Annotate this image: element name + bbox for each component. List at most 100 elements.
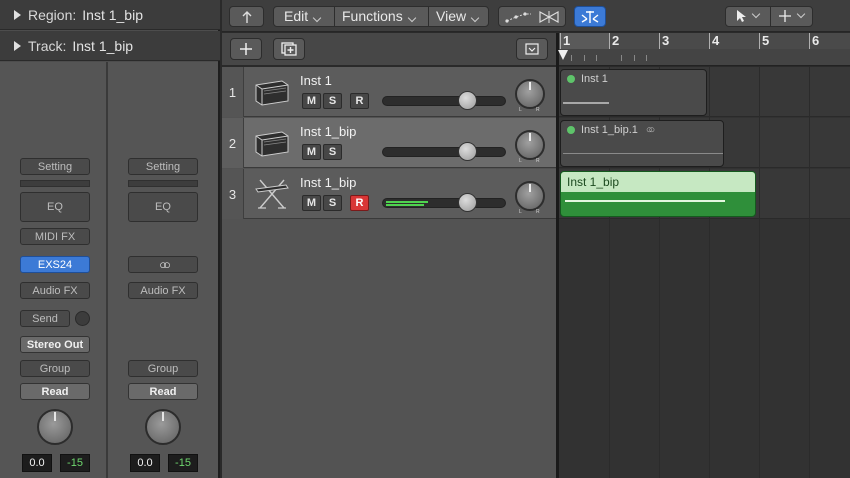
disclosure-triangle-icon[interactable] — [14, 9, 21, 20]
automation-icon[interactable] — [504, 10, 534, 24]
gain-reduction-meter — [20, 180, 90, 187]
pan-knob[interactable] — [515, 79, 545, 109]
up-arrow-icon — [242, 10, 251, 23]
group-slot[interactable]: Group — [20, 360, 90, 377]
pan-left-mark: L — [519, 107, 522, 113]
track-inspector-header[interactable]: Track: Inst 1_bip — [0, 31, 220, 61]
mute-button[interactable]: M — [302, 93, 321, 109]
duplicate-track-button[interactable] — [273, 38, 305, 60]
track-name[interactable]: Inst 1_bip — [300, 124, 356, 139]
tracks-area[interactable]: Inst 1 Inst 1_bip.1 ○○ Inst 1_bip — [559, 67, 850, 478]
record-enable-button[interactable]: R — [350, 195, 369, 211]
eq-button[interactable]: EQ — [128, 192, 198, 222]
global-tracks-button[interactable] — [516, 38, 548, 60]
catch-playhead-button[interactable] — [574, 6, 606, 27]
volume-readout[interactable]: 0.0 — [22, 454, 52, 472]
automation-mode-button[interactable]: Read — [128, 383, 198, 400]
track-header-1[interactable]: 1 Inst 1 M S R L R — [222, 67, 556, 117]
volume-fader-thumb[interactable] — [458, 142, 477, 161]
bar-ruler[interactable]: 1 2 3 4 5 6 — [559, 33, 850, 66]
solo-button[interactable]: S — [323, 93, 342, 109]
gain-reduction-meter — [128, 180, 198, 187]
pan-right-mark: R — [536, 107, 540, 113]
volume-fader[interactable] — [382, 96, 506, 106]
stereo-link-button[interactable]: ○○ — [128, 256, 198, 273]
back-button[interactable] — [229, 6, 264, 27]
track-name[interactable]: Inst 1 — [300, 73, 332, 88]
midi-region-1[interactable]: Inst 1 — [560, 69, 707, 116]
bar-tick — [560, 33, 561, 49]
catch-icon — [581, 10, 599, 23]
pan-right-mark: R — [536, 209, 540, 215]
view-menu-label: View — [436, 8, 467, 24]
automation-mode-button[interactable]: Read — [20, 383, 90, 400]
solo-button[interactable]: S — [323, 144, 342, 160]
audio-fx-slot[interactable]: Audio FX — [20, 282, 90, 299]
region-name: Inst 1_bip — [82, 6, 143, 23]
playhead[interactable] — [558, 50, 568, 60]
midi-fx-slot[interactable]: MIDI FX — [20, 228, 90, 245]
pan-left-mark: L — [519, 158, 522, 164]
pan-knob[interactable] — [515, 130, 545, 160]
disclosure-triangle-icon[interactable] — [14, 40, 21, 51]
volume-fader[interactable] — [382, 147, 506, 157]
edit-menu[interactable]: Edit — [284, 8, 322, 24]
secondary-tool-menu[interactable] — [778, 9, 806, 23]
bar-tick — [809, 33, 810, 49]
send-level-knob[interactable] — [75, 311, 90, 326]
flex-icon[interactable] — [538, 10, 560, 24]
volume-readout[interactable]: 0.0 — [130, 454, 160, 472]
pointer-tool-menu[interactable] — [735, 9, 761, 23]
duplicate-track-icon — [281, 42, 297, 56]
menu-group: Edit Functions View — [273, 6, 489, 27]
send-slot[interactable]: Send — [20, 310, 70, 327]
mute-button[interactable]: M — [302, 144, 321, 160]
track-number: 1 — [222, 67, 244, 117]
channel-strip-2: Setting EQ ○○ Audio FX Group Read 0.0 -1… — [108, 62, 216, 478]
volume-fader[interactable] — [382, 198, 506, 208]
audio-fx-slot[interactable]: Audio FX — [128, 282, 198, 299]
add-track-button[interactable] — [230, 38, 262, 60]
region-header: Inst 1 — [561, 70, 706, 88]
region-label: Region: — [28, 6, 77, 23]
setting-button[interactable]: Setting — [20, 158, 90, 175]
mute-button[interactable]: M — [302, 195, 321, 211]
functions-menu[interactable]: Functions — [342, 8, 416, 24]
pan-knob[interactable] — [515, 181, 545, 211]
beat-tick — [584, 55, 585, 61]
setting-button[interactable]: Setting — [128, 158, 198, 175]
track-header-2[interactable]: 2 Inst 1_bip M S L R — [222, 118, 556, 168]
midi-note — [563, 102, 609, 104]
volume-fader-thumb[interactable] — [458, 193, 477, 212]
bar-number: 1 — [563, 33, 571, 48]
midi-region-2[interactable]: Inst 1_bip.1 ○○ — [560, 120, 724, 167]
instrument-slot[interactable]: EXS24 — [20, 256, 90, 273]
record-enable-button[interactable]: R — [350, 93, 369, 109]
eq-button[interactable]: EQ — [20, 192, 90, 222]
channel-strips: Setting EQ MIDI FX EXS24 Audio FX Send S… — [0, 62, 218, 478]
midi-region-3[interactable]: Inst 1_bip — [560, 171, 756, 217]
peak-readout[interactable]: -15 — [60, 454, 90, 472]
track-number: 2 — [222, 118, 244, 168]
level-meter-right — [386, 204, 424, 206]
pan-knob[interactable] — [37, 409, 73, 445]
chevron-down-icon — [751, 9, 761, 19]
track-header-3[interactable]: 3 Inst 1_bip M S R L R — [222, 169, 556, 219]
global-tracks-icon — [525, 43, 539, 55]
region-inspector-header[interactable]: Region: Inst 1_bip — [0, 0, 220, 30]
pan-knob[interactable] — [145, 409, 181, 445]
group-slot[interactable]: Group — [128, 360, 198, 377]
grid-line — [759, 67, 760, 478]
bar-number: 5 — [762, 33, 770, 48]
bar-tick — [659, 33, 660, 49]
track-name[interactable]: Inst 1_bip — [300, 175, 356, 190]
solo-button[interactable]: S — [323, 195, 342, 211]
volume-fader-thumb[interactable] — [458, 91, 477, 110]
peak-readout[interactable]: -15 — [168, 454, 198, 472]
output-slot[interactable]: Stereo Out — [20, 336, 90, 353]
inspector: Region: Inst 1_bip Track: Inst 1_bip Set… — [0, 0, 220, 478]
view-menu[interactable]: View — [436, 8, 480, 24]
beat-tick — [571, 55, 572, 61]
bar-tick — [609, 33, 610, 49]
pan-left-mark: L — [519, 209, 522, 215]
